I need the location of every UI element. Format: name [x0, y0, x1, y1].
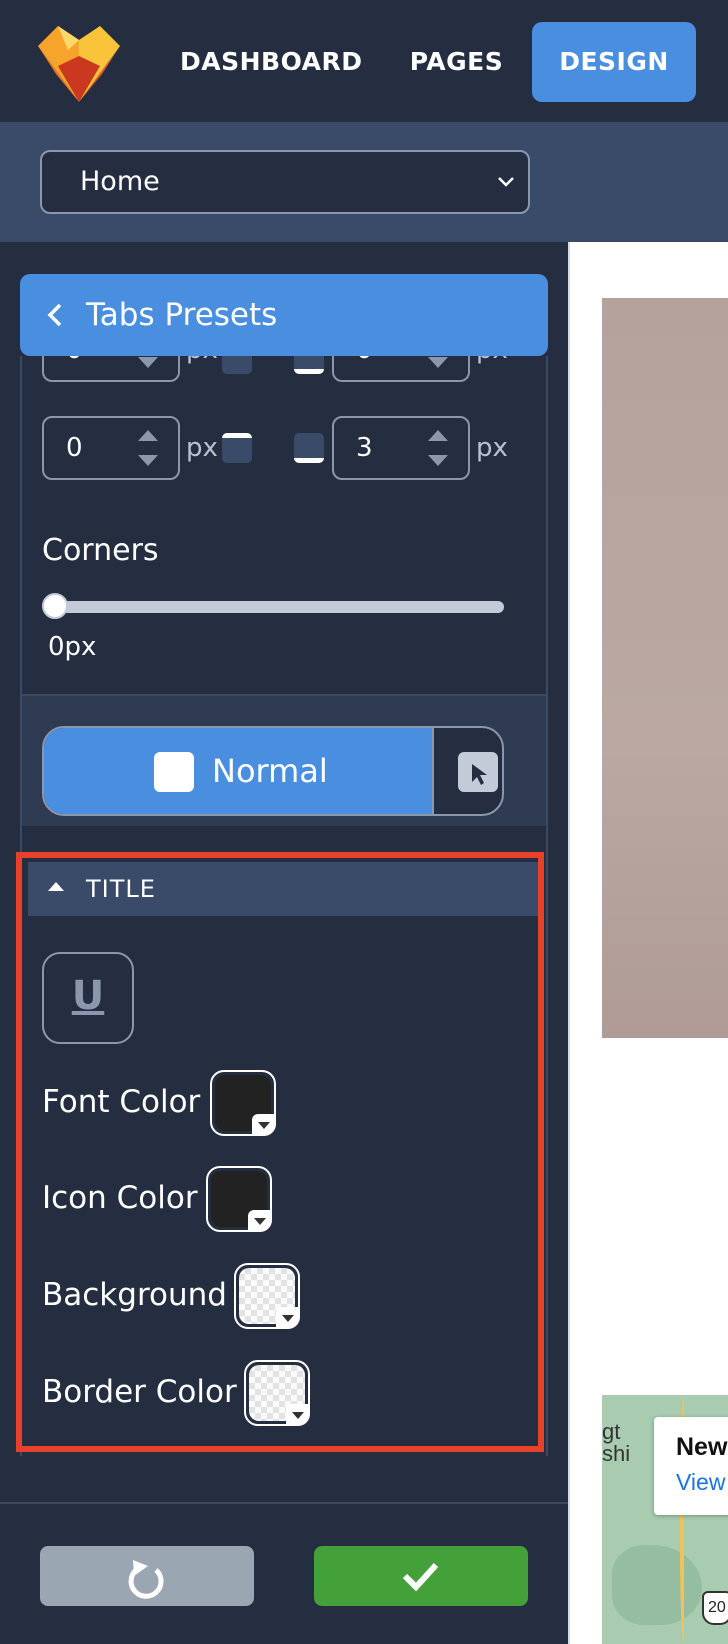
- reset-button[interactable]: [40, 1546, 254, 1606]
- unit-label: px: [476, 356, 508, 382]
- top-nav: DASHBOARD PAGES DESIGN: [0, 0, 728, 122]
- corners-value: 0px: [48, 632, 97, 662]
- corners-slider-thumb[interactable]: [42, 593, 68, 619]
- decrement-icon[interactable]: [428, 357, 448, 368]
- highlight-box: [16, 852, 544, 1452]
- state-toggle-area: Normal: [22, 696, 546, 826]
- page-select-bar: Home: [0, 122, 728, 242]
- bottom-side-icon: [294, 433, 324, 463]
- unit-label: px: [186, 356, 218, 382]
- square-icon: [154, 752, 194, 792]
- stepper-value: 0: [66, 356, 83, 380]
- state-normal-button[interactable]: Normal: [44, 728, 434, 814]
- increment-icon[interactable]: [428, 430, 448, 441]
- tabs-presets-back-button[interactable]: Tabs Presets: [20, 274, 548, 356]
- nav-dashboard[interactable]: DASHBOARD: [180, 22, 362, 102]
- stepper-value: 3: [356, 433, 373, 463]
- state-normal-label: Normal: [212, 752, 328, 790]
- preview-image: [602, 298, 728, 1038]
- right-side-icon: [294, 356, 324, 374]
- state-toggle: Normal: [42, 726, 504, 816]
- decrement-icon[interactable]: [138, 455, 158, 466]
- decrement-icon[interactable]: [138, 357, 158, 368]
- top-side-icon: [222, 356, 252, 374]
- page-select[interactable]: Home: [40, 150, 530, 214]
- sidebar-footer: [0, 1502, 568, 1644]
- padding-bottom-right-stepper[interactable]: 3: [332, 416, 470, 480]
- map-info-card: New Yo View lar: [654, 1417, 728, 1515]
- corners-slider-track[interactable]: [44, 601, 504, 613]
- confirm-button[interactable]: [314, 1546, 528, 1606]
- increment-icon[interactable]: [138, 430, 158, 441]
- presets-title: Tabs Presets: [86, 297, 278, 333]
- decrement-icon[interactable]: [428, 455, 448, 466]
- top-side-icon: [222, 433, 252, 463]
- chevron-left-icon: [47, 303, 62, 327]
- map-embed[interactable]: gt shi New Yo View lar 20: [602, 1395, 728, 1644]
- nav-design[interactable]: DESIGN: [532, 22, 696, 102]
- route-badge: 20: [702, 1591, 728, 1625]
- padding-top-left-stepper[interactable]: 0: [42, 356, 180, 382]
- refresh-icon: [128, 1560, 164, 1599]
- unit-label: px: [476, 433, 508, 463]
- chevron-down-icon: [498, 177, 514, 187]
- heart-logo-icon[interactable]: [38, 26, 120, 102]
- padding-top-right-stepper[interactable]: 0: [332, 356, 470, 382]
- corners-label: Corners: [42, 533, 159, 568]
- padding-bottom-left-stepper[interactable]: 0: [42, 416, 180, 480]
- cursor-icon: [458, 752, 498, 792]
- view-larger-map-link[interactable]: View lar: [676, 1469, 728, 1496]
- page-select-value: Home: [80, 166, 160, 197]
- unit-label: px: [186, 433, 218, 463]
- nav-pages[interactable]: PAGES: [404, 22, 509, 102]
- stepper-value: 0: [66, 433, 83, 463]
- preview-canvas: gt shi New Yo View lar 20: [568, 242, 728, 1644]
- state-hover-button[interactable]: [434, 728, 502, 814]
- checkmark-icon: [402, 1562, 439, 1592]
- map-card-title: New Yo: [676, 1433, 728, 1461]
- map-place-text: gt shi: [602, 1419, 631, 1466]
- stepper-value: 0: [356, 356, 373, 380]
